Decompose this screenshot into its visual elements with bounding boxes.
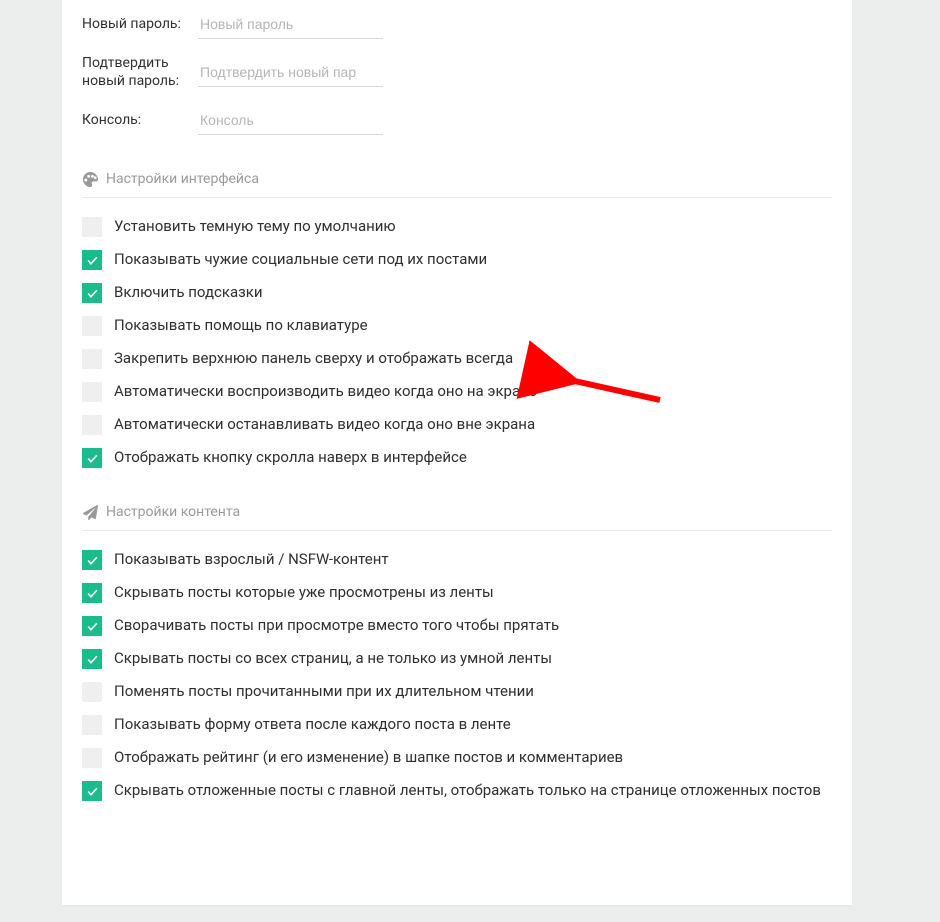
checkbox-row-pin-top-panel[interactable]: Закрепить верхнюю панель сверху и отобра… (82, 342, 832, 375)
row-new-password: Новый пароль: (82, 0, 832, 45)
section-heading-interface: Настройки интерфейса (82, 171, 832, 198)
row-confirm-password: Подтвердить новый пароль: (82, 45, 832, 96)
section-heading-content: Настройки контента (82, 504, 832, 531)
checkbox-row-autoplay-onscreen[interactable]: Автоматически воспроизводить видео когда… (82, 375, 832, 408)
checkbox-label-collapse-viewed: Сворачивать посты при просмотре вместо т… (114, 615, 559, 635)
checkbox-dark-theme[interactable] (82, 217, 102, 237)
checkbox-row-reply-form-after[interactable]: Показывать форму ответа после каждого по… (82, 708, 832, 741)
checkbox-row-collapse-viewed[interactable]: Сворачивать посты при просмотре вместо т… (82, 609, 832, 642)
checkbox-label-dark-theme: Установить темную тему по умолчанию (114, 216, 396, 236)
checkbox-pin-top-panel[interactable] (82, 349, 102, 369)
checkbox-label-reply-form-after: Показывать форму ответа после каждого по… (114, 714, 511, 734)
checkbox-row-dark-theme[interactable]: Установить темную тему по умолчанию (82, 210, 832, 243)
checkbox-mark-read-long[interactable] (82, 682, 102, 702)
checkbox-nsfw[interactable] (82, 550, 102, 570)
checkbox-scroll-top-button[interactable] (82, 448, 102, 468)
label-confirm-password: Подтвердить новый пароль: (82, 55, 198, 90)
checkbox-row-keyboard-help[interactable]: Показывать помощь по клавиатуре (82, 309, 832, 342)
checkbox-label-hide-all-pages: Скрывать посты со всех страниц, а не тол… (114, 648, 552, 668)
checkbox-label-autoplay-onscreen: Автоматически воспроизводить видео когда… (114, 381, 537, 401)
paper-plane-icon (82, 504, 98, 520)
checkbox-row-autopause-offscreen[interactable]: Автоматически останавливать видео когда … (82, 408, 832, 441)
checkbox-label-autopause-offscreen: Автоматически останавливать видео когда … (114, 414, 535, 434)
checkbox-label-mark-read-long: Поменять посты прочитанными при их длите… (114, 681, 534, 701)
checkbox-hide-viewed[interactable] (82, 583, 102, 603)
page-root: Новый пароль: Подтвердить новый пароль: … (0, 0, 940, 922)
checkbox-autopause-offscreen[interactable] (82, 415, 102, 435)
checkbox-hide-deferred[interactable] (82, 781, 102, 801)
checkbox-row-show-socials[interactable]: Показывать чужие социальные сети под их … (82, 243, 832, 276)
label-new-password: Новый пароль: (82, 16, 198, 34)
checkbox-list-content: Показывать взрослый / NSFW-контент Скрыва… (82, 543, 832, 807)
checkbox-list-interface: Установить темную тему по умолчанию Показ… (82, 210, 832, 474)
checkbox-label-show-socials: Показывать чужие социальные сети под их … (114, 249, 487, 269)
section-title-interface: Настройки интерфейса (106, 171, 259, 187)
checkbox-row-scroll-top-button[interactable]: Отображать кнопку скролла наверх в интер… (82, 441, 832, 474)
checkbox-show-socials[interactable] (82, 250, 102, 270)
checkbox-row-show-rating-header[interactable]: Отображать рейтинг (и его изменение) в ш… (82, 741, 832, 774)
checkbox-keyboard-help[interactable] (82, 316, 102, 336)
checkbox-row-hide-deferred[interactable]: Скрывать отложенные посты с главной лент… (82, 774, 832, 807)
checkbox-enable-tooltips[interactable] (82, 283, 102, 303)
checkbox-label-nsfw: Показывать взрослый / NSFW-контент (114, 549, 389, 569)
confirm-password-input[interactable] (198, 58, 383, 87)
palette-icon (82, 171, 98, 187)
new-password-input[interactable] (198, 10, 383, 39)
checkbox-label-hide-deferred: Скрывать отложенные посты с главной лент… (114, 780, 821, 800)
checkbox-show-rating-header[interactable] (82, 748, 102, 768)
checkbox-label-hide-viewed: Скрывать посты которые уже просмотрены и… (114, 582, 494, 602)
checkbox-autoplay-onscreen[interactable] (82, 382, 102, 402)
checkbox-row-hide-viewed[interactable]: Скрывать посты которые уже просмотрены и… (82, 576, 832, 609)
settings-card: Новый пароль: Подтвердить новый пароль: … (62, 0, 852, 905)
checkbox-label-pin-top-panel: Закрепить верхнюю панель сверху и отобра… (114, 348, 513, 368)
checkbox-row-nsfw[interactable]: Показывать взрослый / NSFW-контент (82, 543, 832, 576)
checkbox-reply-form-after[interactable] (82, 715, 102, 735)
checkbox-label-scroll-top-button: Отображать кнопку скролла наверх в интер… (114, 447, 467, 467)
checkbox-hide-all-pages[interactable] (82, 649, 102, 669)
checkbox-row-enable-tooltips[interactable]: Включить подсказки (82, 276, 832, 309)
checkbox-collapse-viewed[interactable] (82, 616, 102, 636)
checkbox-label-keyboard-help: Показывать помощь по клавиатуре (114, 315, 368, 335)
checkbox-label-enable-tooltips: Включить подсказки (114, 282, 263, 302)
label-console: Консоль: (82, 112, 198, 130)
checkbox-row-hide-all-pages[interactable]: Скрывать посты со всех страниц, а не тол… (82, 642, 832, 675)
row-console: Консоль: (82, 96, 832, 141)
checkbox-label-show-rating-header: Отображать рейтинг (и его изменение) в ш… (114, 747, 623, 767)
console-input[interactable] (198, 106, 383, 135)
checkbox-row-mark-read-long[interactable]: Поменять посты прочитанными при их длите… (82, 675, 832, 708)
section-title-content: Настройки контента (106, 504, 240, 520)
